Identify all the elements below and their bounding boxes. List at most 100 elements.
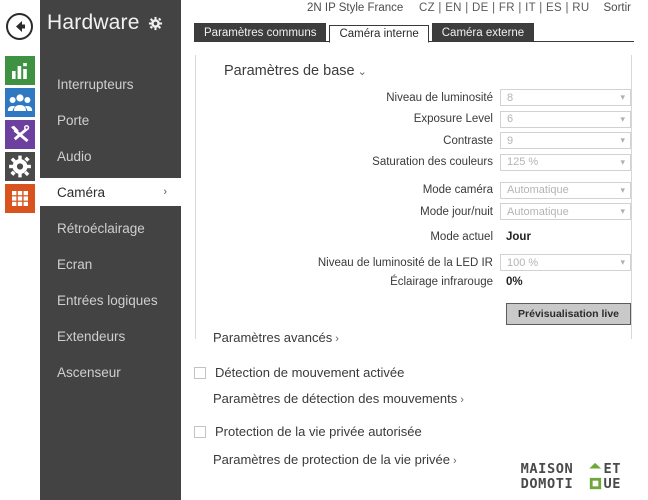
link-label: Paramètres de protection de la vie privé… — [213, 452, 451, 467]
preview-button-row: Prévisualisation live — [196, 302, 631, 325]
field-label: Contraste — [443, 134, 493, 147]
tab-camera-externe[interactable]: Caméra externe — [431, 23, 535, 41]
ir-light-value: 0% — [506, 275, 523, 288]
field-row-contrast: Contraste 9 ▾ — [196, 132, 631, 149]
chevron-right-icon: › — [453, 455, 457, 467]
saturation-select[interactable]: 125 % ▾ — [500, 153, 631, 171]
grid-icon — [5, 184, 35, 213]
rail-icon-users[interactable] — [4, 87, 36, 118]
chevron-down-icon: ▾ — [620, 184, 625, 195]
field-label: Niveau de luminosité — [386, 91, 493, 104]
privacy-settings-link[interactable]: Paramètres de protection de la vie privé… — [213, 452, 457, 467]
sidebar-item-ecran[interactable]: Ecran — [40, 250, 181, 278]
select-value: 125 % — [507, 156, 539, 168]
motion-detection-label: Détection de mouvement activée — [215, 365, 405, 380]
sidebar-item-label: Entrées logiques — [57, 292, 158, 308]
svg-text:DOMOTI: DOMOTI — [521, 476, 574, 492]
sidebar: Hardware Interrupteurs Porte Audio Camér… — [40, 0, 181, 500]
basic-settings-panel: Paramètres de base ⌄ Niveau de luminosité… — [195, 55, 632, 339]
legend-text: Paramètres de base — [224, 63, 355, 79]
svg-text:ET: ET — [603, 461, 621, 477]
chevron-down-icon: ▾ — [620, 206, 625, 216]
live-preview-button[interactable]: Prévisualisation live — [506, 302, 631, 325]
rail-icon-stats[interactable] — [4, 55, 36, 86]
watermark: MAISON ET DOMOTI UE — [520, 460, 638, 492]
exposure-select[interactable]: 6 ▾ — [500, 110, 631, 128]
sidebar-item-porte[interactable]: Porte — [40, 106, 181, 134]
tools-icon — [5, 120, 35, 149]
sidebar-item-ascenseur[interactable]: Ascenseur — [40, 358, 181, 386]
tab-bar: Paramètres communs Caméra interne Caméra… — [194, 23, 634, 43]
gear-icon — [148, 16, 162, 30]
motion-detection-checkbox[interactable] — [194, 366, 206, 379]
field-row-saturation: Saturation des couleurs 125 % ▾ — [196, 153, 631, 171]
advanced-settings-link[interactable]: Paramètres avancés › — [213, 330, 339, 345]
chevron-down-icon: ▾ — [620, 92, 625, 102]
rail-icon-apps[interactable] — [4, 183, 36, 214]
field-row-ir-light: Éclairage infrarouge 0% — [196, 276, 631, 288]
sidebar-item-label: Caméra — [57, 184, 106, 200]
content-area: Paramètres de base ⌄ Niveau de luminosité… — [181, 44, 648, 500]
motion-settings-link[interactable]: Paramètres de détection des mouvements › — [213, 391, 464, 406]
sidebar-item-camera[interactable]: Caméra › — [40, 178, 181, 206]
chevron-down-icon: ▾ — [620, 257, 625, 267]
field-row-current-mode: Mode actuel Jour — [196, 231, 631, 243]
users-icon — [5, 88, 35, 117]
field-label: Niveau de luminosité de la LED IR — [317, 256, 493, 269]
field-label: Mode jour/nuit — [420, 205, 493, 218]
top-bar: 2N IP Style France CZ | EN | DE | FR | I… — [181, 0, 648, 20]
basic-settings-legend[interactable]: Paramètres de base ⌄ — [216, 63, 375, 79]
privacy-protection-checkbox[interactable] — [194, 425, 206, 438]
sidebar-item-label: Audio — [57, 148, 92, 164]
select-value: Automatique — [507, 205, 569, 218]
contrast-select[interactable]: 9 ▾ — [500, 132, 631, 149]
sidebar-item-audio[interactable]: Audio — [40, 142, 181, 170]
app-window: Hardware Interrupteurs Porte Audio Camér… — [0, 0, 648, 500]
sidebar-item-label: Extendeurs — [57, 328, 126, 344]
back-button[interactable] — [6, 13, 33, 40]
field-row-camera-mode: Mode caméra Automatique ▾ — [196, 181, 631, 199]
settings-form: Niveau de luminosité 8 ▾ Exposure Level … — [196, 89, 631, 325]
svg-text:UE: UE — [603, 476, 621, 492]
sidebar-item-extendeurs[interactable]: Extendeurs — [40, 322, 181, 350]
field-row-ir-led: Niveau de luminosité de la LED IR 100 % … — [196, 254, 631, 271]
camera-mode-select[interactable]: Automatique ▾ — [500, 181, 631, 199]
tab-parametres-communs[interactable]: Paramètres communs — [194, 23, 327, 41]
rail-icon-settings[interactable] — [4, 151, 36, 182]
rail-icon-tools[interactable] — [4, 119, 36, 150]
sidebar-item-entrees-logiques[interactable]: Entrées logiques — [40, 286, 181, 314]
field-label: Éclairage infrarouge — [390, 275, 493, 288]
privacy-protection-row[interactable]: Protection de la vie privée autorisée — [194, 424, 422, 439]
chevron-down-icon: ▾ — [620, 156, 625, 167]
gear-icon — [5, 152, 35, 181]
sidebar-item-label: Ecran — [57, 256, 93, 272]
back-arrow-icon — [16, 21, 25, 32]
select-value: 6 — [507, 113, 514, 125]
sidebar-settings-button[interactable] — [147, 15, 164, 32]
sidebar-item-retroeclairage[interactable]: Rétroéclairage — [40, 214, 181, 242]
brightness-select[interactable]: 8 ▾ — [500, 89, 631, 106]
sidebar-header: Hardware — [40, 0, 181, 46]
chevron-down-icon: ⌄ — [357, 66, 367, 78]
chevron-down-icon: ▾ — [620, 135, 625, 145]
select-value: 8 — [507, 91, 514, 104]
field-label: Saturation des couleurs — [372, 156, 493, 168]
sidebar-menu: Interrupteurs Porte Audio Caméra › Rétro… — [40, 70, 181, 386]
field-label: Mode caméra — [422, 184, 493, 196]
field-row-brightness: Niveau de luminosité 8 ▾ — [196, 89, 631, 106]
field-label: Exposure Level — [413, 113, 493, 125]
chevron-down-icon: ▾ — [620, 113, 625, 124]
language-selector[interactable]: CZ | EN | DE | FR | IT | ES | RU — [419, 2, 589, 14]
field-label: Mode actuel — [430, 231, 493, 243]
sidebar-item-label: Ascenseur — [57, 364, 121, 380]
logout-link[interactable]: Sortir — [604, 2, 631, 14]
link-label: Paramètres de détection des mouvements — [213, 391, 458, 406]
tab-camera-interne[interactable]: Caméra interne — [329, 24, 429, 43]
current-mode-value: Jour — [506, 231, 531, 243]
icon-rail — [0, 0, 40, 500]
motion-detection-row[interactable]: Détection de mouvement activée — [194, 365, 404, 380]
day-night-mode-select[interactable]: Automatique ▾ — [500, 203, 631, 220]
ir-led-select[interactable]: 100 % ▾ — [500, 254, 631, 271]
sidebar-item-interrupteurs[interactable]: Interrupteurs — [40, 70, 181, 98]
chevron-right-icon: › — [460, 394, 464, 406]
